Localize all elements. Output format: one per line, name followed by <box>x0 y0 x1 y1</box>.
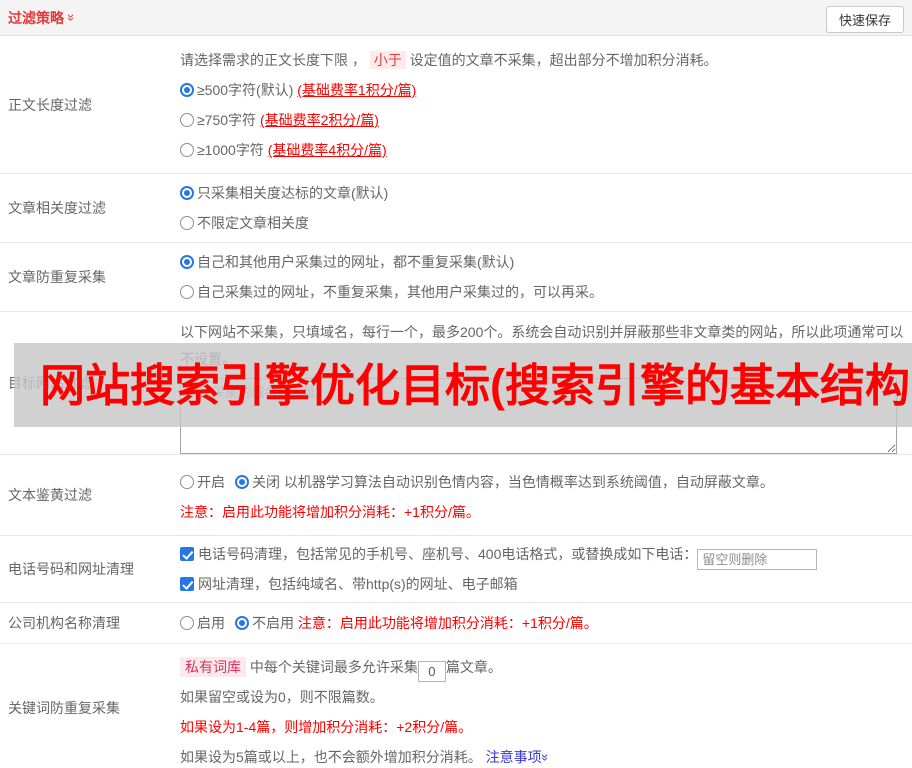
porn-filter-cost-note: 注意：启用此功能将增加积分消耗：+1积分/篇。 <box>180 504 480 520</box>
keyword-limit-line: 私有词库 中每个关键词最多允许采集篇文章。 <box>180 652 912 682</box>
row-label: 文本鉴黄过滤 <box>8 487 92 503</box>
radio-company-disable-selected[interactable] <box>235 616 249 630</box>
row-label: 正文长度过滤 <box>8 96 92 113</box>
row-target-site-filter: 目标网站过滤 以下网站不采集，只填域名，每行一个，最多200个。系统会自动识别并… <box>0 312 912 455</box>
dedup-option-global[interactable]: 自己和其他用户采集过的网址，都不重复采集(默认) <box>180 247 912 277</box>
row-phone-url-cleanup: 电话号码和网址清理 电话号码清理，包括常见的手机号、座机号、400电话格式，或替… <box>0 536 912 603</box>
length-option-750[interactable]: ≥750字符 (基础费率2积分/篇) <box>180 105 906 135</box>
replacement-phone-input[interactable] <box>697 549 818 570</box>
radio-company-enable[interactable] <box>180 616 194 630</box>
fee-note: (基础费率1积分/篇) <box>297 82 417 98</box>
radio-500-selected[interactable] <box>180 83 194 97</box>
phone-cleanup-option: 电话号码清理，包括常见的手机号、座机号、400电话格式，或替换成如下电话： <box>180 540 912 570</box>
checkbox-url-cleanup-checked[interactable] <box>180 577 194 591</box>
fee-note: (基础费率2积分/篇) <box>259 112 379 128</box>
radio-dedup-own[interactable] <box>180 285 194 299</box>
porn-filter-description: 以机器学习算法自动识别色情内容，当色情概率达到系统阈值，自动屏蔽文章。 <box>280 474 774 490</box>
radio-porn-off-selected[interactable] <box>235 475 249 489</box>
quick-save-button[interactable]: 快速保存 <box>825 6 904 33</box>
relevance-option-strict[interactable]: 只采集相关度达标的文章(默认) <box>180 178 912 208</box>
porn-filter-options: 开启 关闭 以机器学习算法自动识别色情内容，当色情概率达到系统阈值，自动屏蔽文章。 <box>180 467 912 497</box>
fee-note: (基础费率4积分/篇) <box>267 142 387 158</box>
section-title: 过滤策略 <box>8 9 64 26</box>
keyword-note-unlimited: 如果留空或设为0，则不限篇数。 <box>180 689 384 705</box>
filter-settings-page: 过滤策略 » 快速保存 正文长度过滤 请选择需求的正文长度下限 ， 小于 设定值… <box>0 0 912 768</box>
row-label: 关键词防重复采集 <box>8 700 120 716</box>
radio-porn-on[interactable] <box>180 475 194 489</box>
length-option-500[interactable]: ≥500字符(默认) (基础费率1积分/篇) <box>180 75 906 105</box>
company-cleanup-options: 启用 不启用 注意：启用此功能将增加积分消耗：+1积分/篇。 <box>180 608 912 638</box>
row-label: 公司机构名称清理 <box>8 615 120 631</box>
row-label: 目标网站过滤 <box>8 375 92 391</box>
url-cleanup-option: 网址清理，包括纯域名、带http(s)的网址、电子邮箱 <box>180 570 912 598</box>
row-relevance-filter: 文章相关度过滤 只采集相关度达标的文章(默认) 不限定文章相关度 <box>0 174 912 243</box>
row-label: 电话号码和网址清理 <box>8 561 134 577</box>
less-than-highlight: 小于 <box>369 51 406 69</box>
chevron-double-down-icon: » <box>64 13 80 22</box>
radio-relevance-strict-selected[interactable] <box>180 186 194 200</box>
blocked-sites-textarea[interactable] <box>180 378 897 454</box>
radio-750[interactable] <box>180 113 194 127</box>
row-article-dedup: 文章防重复采集 自己和其他用户采集过的网址，都不重复采集(默认) 自己采集过的网… <box>0 243 912 312</box>
row-label: 文章相关度过滤 <box>8 200 106 216</box>
dedup-option-own[interactable]: 自己采集过的网址，不重复采集，其他用户采集过的，可以再采。 <box>180 277 912 307</box>
row-company-name-cleanup: 公司机构名称清理 启用 不启用 注意：启用此功能将增加积分消耗：+1积分/篇。 <box>0 603 912 644</box>
section-toggle[interactable]: 过滤策略 » <box>8 8 80 28</box>
private-lexicon-link[interactable]: 私有词库 <box>180 657 246 677</box>
length-option-1000[interactable]: ≥1000字符 (基础费率4积分/篇) <box>180 135 906 165</box>
length-filter-intro: 请选择需求的正文长度下限 ， 小于 设定值的文章不采集，超出部分不增加积分消耗。 <box>180 51 718 69</box>
row-body-length-filter: 正文长度过滤 请选择需求的正文长度下限 ， 小于 设定值的文章不采集，超出部分不… <box>0 36 912 174</box>
notice-link[interactable]: 注意事项» <box>486 749 553 765</box>
row-keyword-dedup: 关键词防重复采集 私有词库 中每个关键词最多允许采集篇文章。 如果留空或设为0，… <box>0 644 912 768</box>
row-porn-filter: 文本鉴黄过滤 开启 关闭 以机器学习算法自动识别色情内容，当色情概率达到系统阈值，… <box>0 455 912 536</box>
keyword-count-input[interactable] <box>417 661 446 682</box>
relevance-option-any[interactable]: 不限定文章相关度 <box>180 208 912 238</box>
section-header-bar: 过滤策略 » 快速保存 <box>0 0 912 36</box>
row-label: 文章防重复采集 <box>8 269 106 285</box>
checkbox-phone-cleanup-checked[interactable] <box>180 547 194 561</box>
target-site-description: 以下网站不采集，只填域名，每行一个，最多200个。系统会自动识别并屏蔽那些非文章… <box>180 324 904 367</box>
radio-dedup-global-selected[interactable] <box>180 255 194 269</box>
radio-relevance-any[interactable] <box>180 216 194 230</box>
company-cleanup-cost-note: 注意：启用此功能将增加积分消耗：+1积分/篇。 <box>297 615 598 631</box>
chevron-double-down-icon: » <box>537 753 553 762</box>
keyword-note-cost: 如果设为1-4篇，则增加积分消耗：+2积分/篇。 <box>180 719 473 735</box>
radio-1000[interactable] <box>180 143 194 157</box>
keyword-note-five-plus: 如果设为5篇或以上，也不会额外增加积分消耗。 注意事项» <box>180 749 553 765</box>
